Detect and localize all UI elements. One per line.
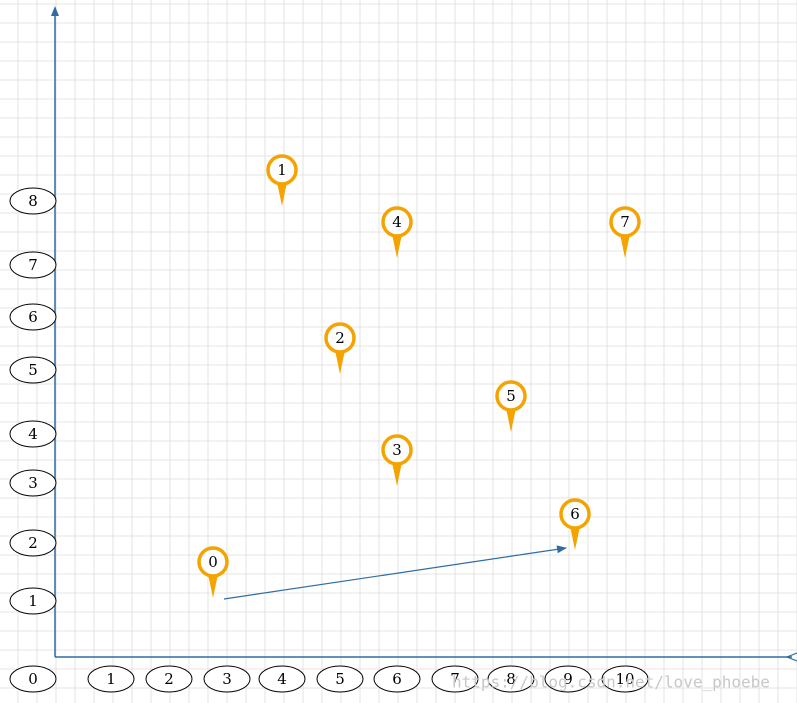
- location-pin: 2: [324, 322, 356, 374]
- x-label-text: 2: [164, 670, 174, 688]
- pin-label: 7: [620, 213, 630, 231]
- background-grid: [0, 0, 797, 703]
- x-label-text: 6: [392, 670, 402, 688]
- x-label-text: 1: [106, 670, 116, 688]
- y-label-text: 3: [28, 474, 38, 492]
- route-arrow: [223, 545, 567, 600]
- y-label-text: 6: [28, 308, 38, 326]
- pin-label: 4: [392, 213, 402, 231]
- location-pin: 1: [266, 154, 298, 206]
- x-label-text: 3: [222, 670, 232, 688]
- location-pin: 4: [381, 206, 413, 258]
- pin-label: 5: [506, 387, 516, 405]
- x-axis-label: 4: [258, 665, 306, 693]
- y-axis-label: 2: [9, 529, 57, 557]
- x-axis-label: 1: [87, 665, 135, 693]
- pin-label: 2: [335, 329, 345, 347]
- y-axis-arrowhead: [51, 6, 59, 16]
- location-pin: 0: [197, 546, 229, 598]
- y-axis-label: 6: [9, 303, 57, 331]
- pin-label: 3: [392, 441, 402, 459]
- y-axis-label: 1: [9, 587, 57, 615]
- y-label-text: 7: [28, 256, 38, 274]
- y-axis-label: 8: [9, 187, 57, 215]
- pin-label: 6: [570, 505, 580, 523]
- pin-label: 1: [277, 161, 287, 179]
- y-axis-label: 7: [9, 251, 57, 279]
- x-label-text: 0: [28, 670, 38, 688]
- location-pin: 5: [495, 380, 527, 432]
- x-axis-label: 5: [316, 665, 364, 693]
- x-axis-label: 2: [145, 665, 193, 693]
- x-label-text: 4: [277, 670, 287, 688]
- location-pin: 7: [609, 206, 641, 258]
- x-axis-label: 0: [9, 665, 57, 693]
- y-label-text: 2: [28, 534, 38, 552]
- location-pin: 6: [559, 498, 591, 550]
- y-axis-label: 5: [9, 356, 57, 384]
- y-label-text: 8: [28, 192, 38, 210]
- pin-label: 0: [208, 553, 218, 571]
- x-label-text: 5: [335, 670, 345, 688]
- watermark: https://blog.csdn.net/love_phoebe: [452, 673, 770, 692]
- x-axis-label: 6: [373, 665, 421, 693]
- x-axis-label: 3: [203, 665, 251, 693]
- y-axis-label: 4: [9, 420, 57, 448]
- y-label-text: 4: [28, 425, 38, 443]
- location-pin: 3: [381, 434, 413, 486]
- y-label-text: 1: [28, 592, 38, 610]
- y-axis-labels: 1 2 3 4 5 6 7 8: [9, 187, 57, 615]
- y-label-text: 5: [28, 361, 38, 379]
- coordinate-diagram: 12345678 0 1 2 3 4 5 6 7 8 9 10 01234567 https://b…: [0, 0, 797, 703]
- y-axis-label: 3: [9, 469, 57, 497]
